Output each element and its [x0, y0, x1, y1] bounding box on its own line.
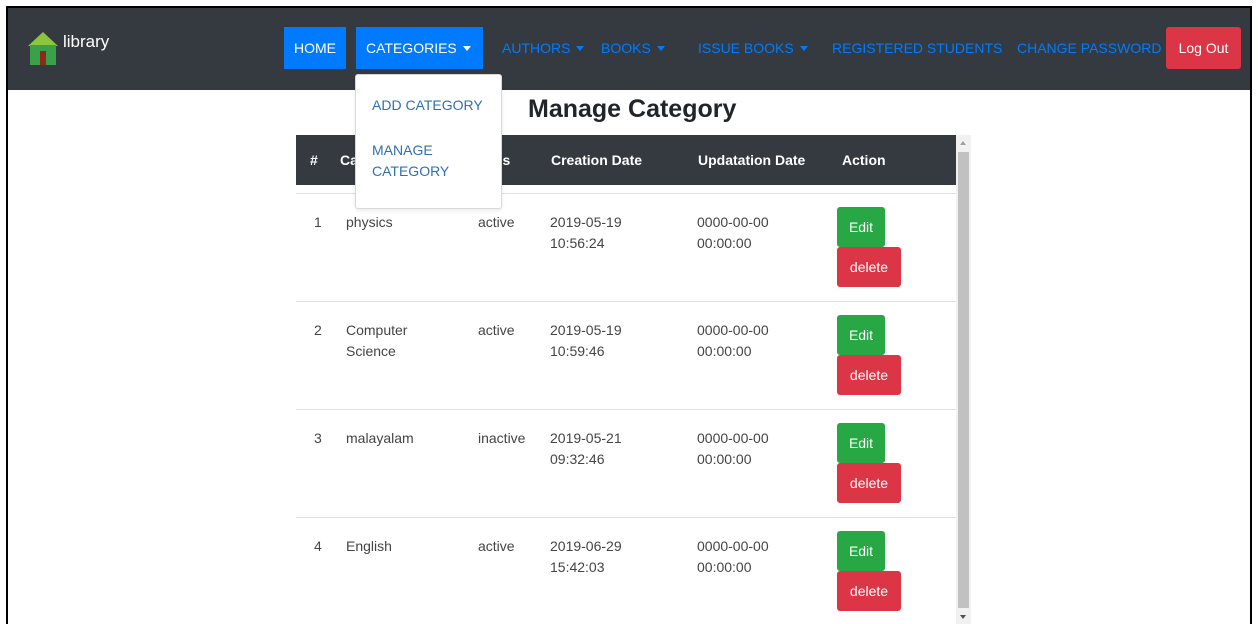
row-creation-date: 2019-05-21 09:32:46 [550, 430, 622, 467]
nav-authors-label: AUTHORS [502, 40, 571, 56]
row-status: active [478, 214, 515, 230]
row-updation-date: 0000-00-00 00:00:00 [697, 538, 769, 575]
logout-button[interactable]: Log Out [1166, 27, 1241, 69]
row-number: 1 [314, 214, 322, 230]
scroll-down-arrow-icon[interactable] [960, 615, 966, 619]
row-category: English [346, 538, 392, 554]
nav-categories-label: CATEGORIES [366, 40, 457, 56]
book-house-icon [26, 30, 60, 66]
nav-change-password[interactable]: CHANGE PASSWORD [1007, 27, 1171, 69]
edit-button[interactable]: Edit [837, 315, 885, 355]
chevron-down-icon [799, 46, 808, 51]
row-updation-date: 0000-00-00 00:00:00 [697, 214, 769, 251]
brand-name: library [63, 32, 110, 51]
table-row: 3 malayalam inactive 2019-05-21 09:32:46… [296, 409, 956, 517]
delete-button[interactable]: delete [837, 247, 901, 287]
row-status: active [478, 538, 515, 554]
scrollbar-thumb[interactable] [958, 152, 969, 608]
edit-button[interactable]: Edit [837, 207, 885, 247]
chevron-down-icon [576, 46, 585, 51]
chevron-down-icon [462, 46, 471, 51]
header-number: # [310, 152, 318, 168]
nav-home[interactable]: HOME [284, 27, 346, 69]
nav-registered-students[interactable]: REGISTERED STUDENTS [822, 27, 1012, 69]
table-row: 2 Computer Science active 2019-05-19 10:… [296, 301, 956, 409]
delete-button[interactable]: delete [837, 571, 901, 611]
row-updation-date: 0000-00-00 00:00:00 [697, 430, 769, 467]
header-action: Action [842, 152, 886, 168]
nav-issue-books-label: ISSUE BOOKS [698, 40, 794, 56]
row-creation-date: 2019-05-19 10:59:46 [550, 322, 622, 359]
nav-books[interactable]: BOOKS [591, 27, 675, 69]
browser-viewport: library HOME CATEGORIES AUTHORS BOOKS IS… [6, 6, 1252, 624]
page-title: Manage Category [528, 95, 737, 123]
table-row: 4 English active 2019-06-29 15:42:03 000… [296, 517, 956, 624]
nav-issue-books[interactable]: ISSUE BOOKS [688, 27, 818, 69]
edit-button[interactable]: Edit [837, 423, 885, 463]
edit-button[interactable]: Edit [837, 531, 885, 571]
scroll-up-arrow-icon[interactable] [960, 141, 966, 145]
row-status: active [478, 322, 515, 338]
dropdown-item-add-category[interactable]: ADD CATEGORY [372, 95, 492, 116]
table-scrollbar[interactable] [956, 135, 971, 624]
dropdown-item-manage-category[interactable]: MANAGE CATEGORY [372, 140, 462, 182]
row-updation-date: 0000-00-00 00:00:00 [697, 322, 769, 359]
row-creation-date: 2019-05-19 10:56:24 [550, 214, 622, 251]
categories-dropdown-menu: ADD CATEGORY MANAGE CATEGORY [355, 74, 502, 209]
nav-categories[interactable]: CATEGORIES [356, 27, 483, 69]
delete-button[interactable]: delete [837, 463, 901, 503]
nav-authors[interactable]: AUTHORS [492, 27, 594, 69]
row-category: Computer Science [346, 322, 408, 359]
table-row: 1 physics active 2019-05-19 10:56:24 000… [296, 193, 956, 301]
row-number: 4 [314, 538, 322, 554]
row-number: 2 [314, 322, 322, 338]
row-category: malayalam [346, 430, 414, 446]
row-creation-date: 2019-06-29 15:42:03 [550, 538, 622, 575]
row-category: physics [346, 214, 393, 230]
chevron-down-icon [656, 46, 665, 51]
header-creation-date: Creation Date [551, 152, 643, 168]
top-navbar: library HOME CATEGORIES AUTHORS BOOKS IS… [8, 8, 1250, 90]
row-status: inactive [478, 430, 526, 446]
nav-books-label: BOOKS [601, 40, 651, 56]
header-updation-date: Updatation Date [698, 152, 806, 168]
row-number: 3 [314, 430, 322, 446]
brand[interactable]: library [26, 30, 109, 66]
delete-button[interactable]: delete [837, 355, 901, 395]
